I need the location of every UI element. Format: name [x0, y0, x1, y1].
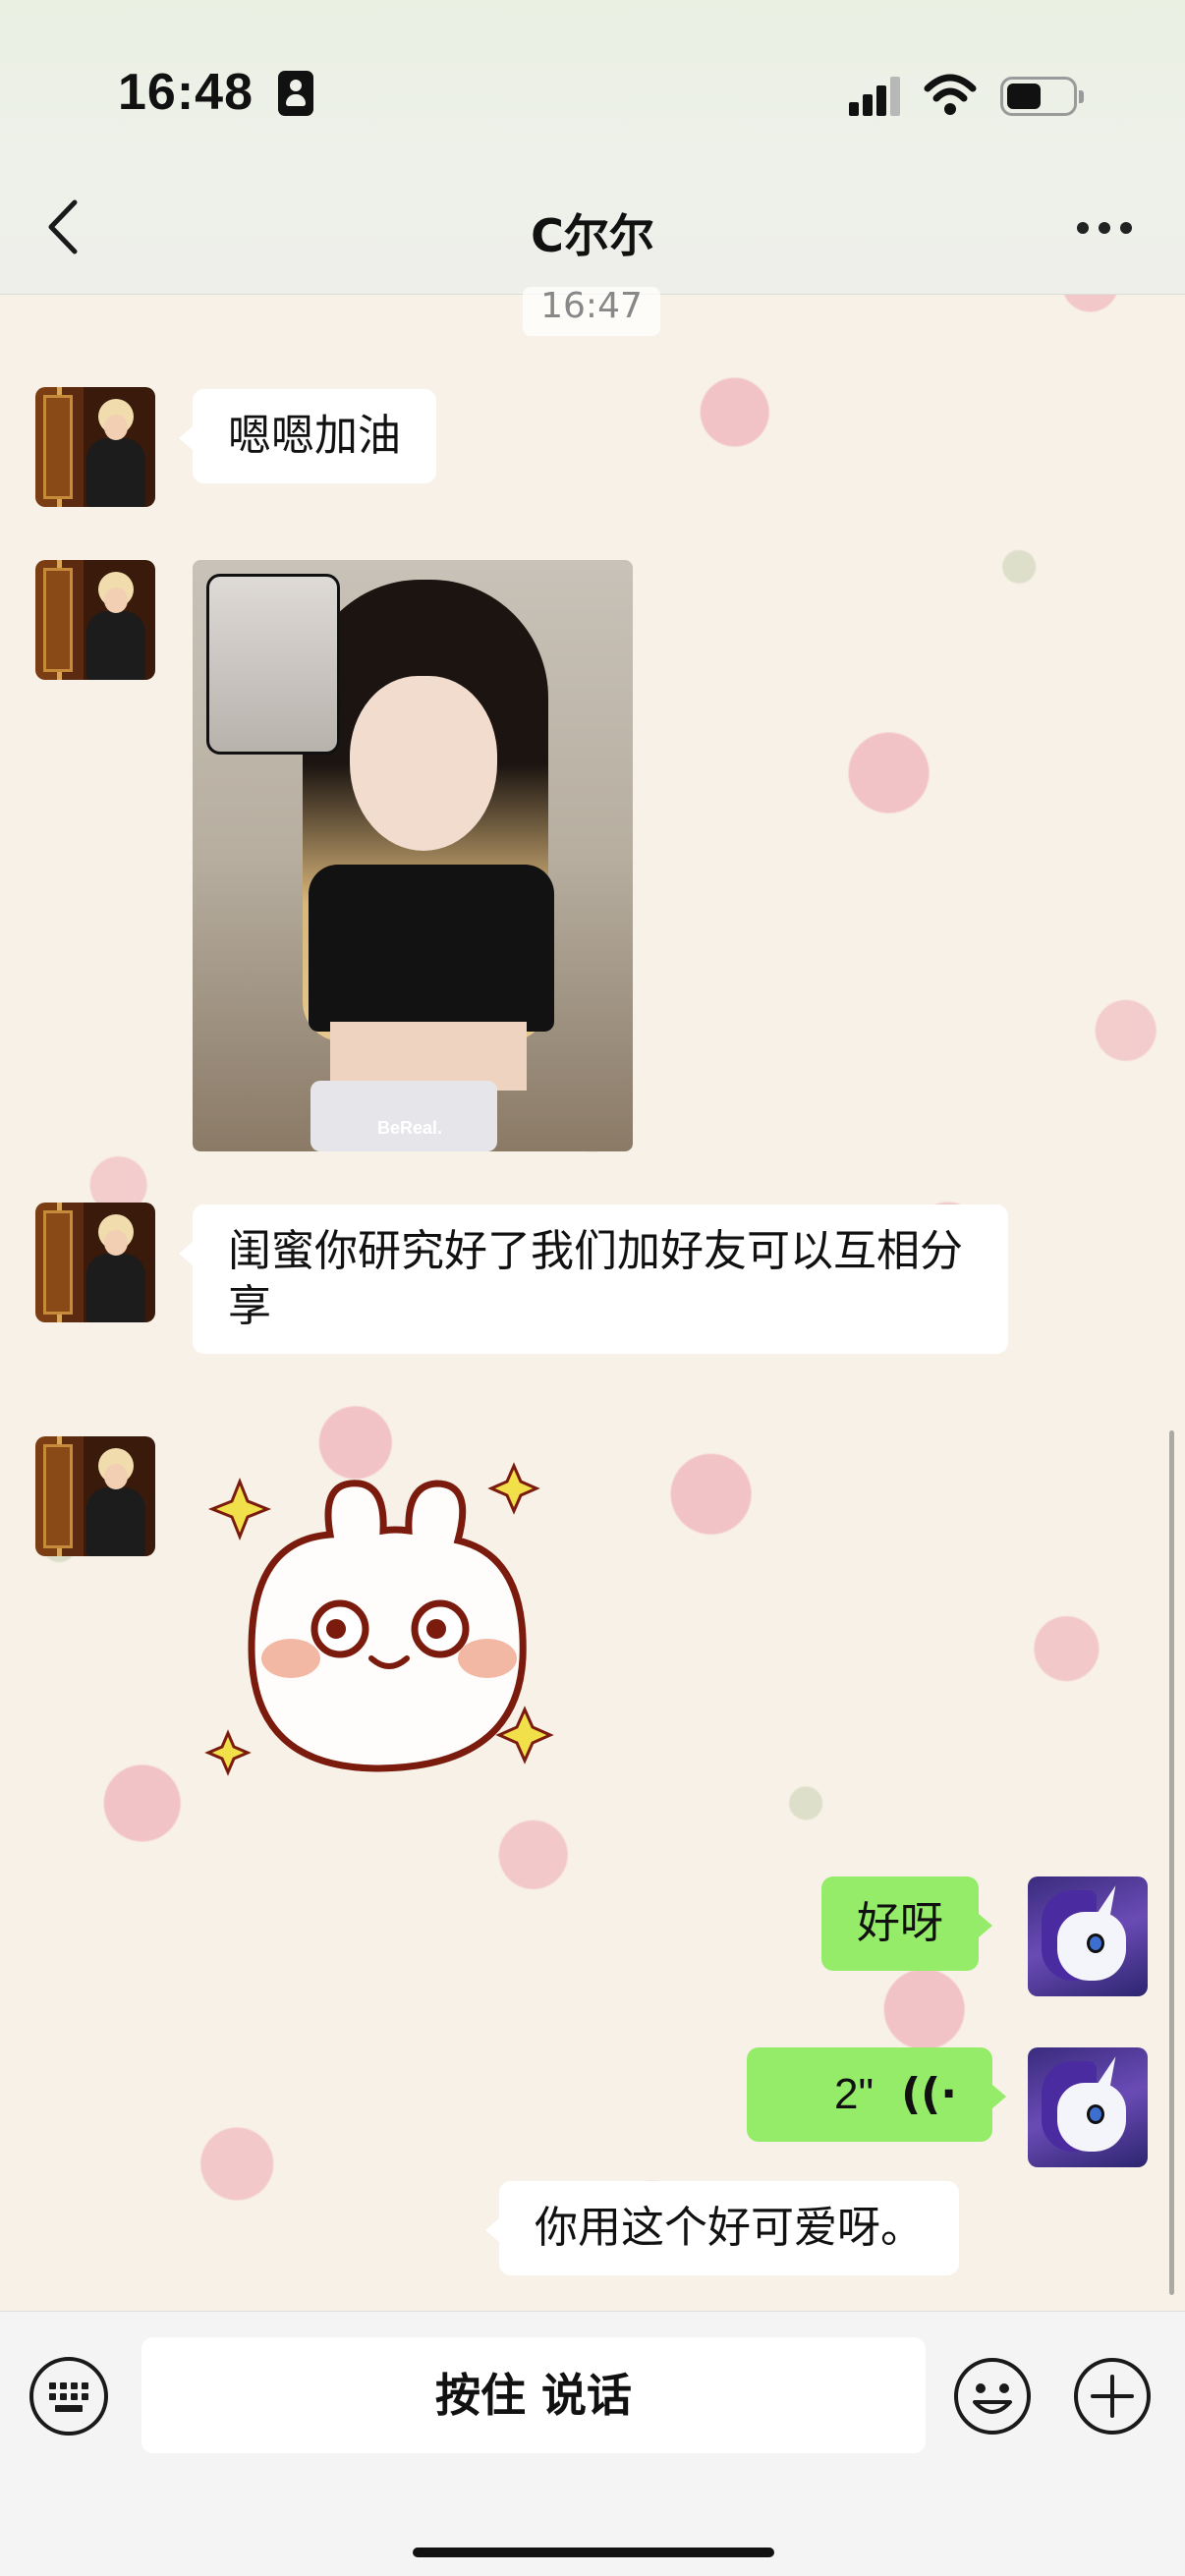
photo-inset-thumbnail	[206, 574, 340, 755]
home-indicator[interactable]	[413, 2548, 774, 2557]
emoji-button[interactable]	[953, 2357, 1032, 2436]
battery-icon	[1000, 77, 1084, 116]
my-avatar[interactable]	[1028, 2047, 1148, 2167]
voice-duration: 2"	[833, 2070, 875, 2118]
message-timestamp: 16:47	[523, 287, 660, 336]
wifi-icon	[924, 74, 977, 115]
incoming-message-bubble[interactable]: 嗯嗯加油	[179, 389, 436, 483]
more-options-button[interactable]	[1077, 222, 1132, 236]
voice-wave-icon: ((·	[901, 2069, 957, 2119]
status-time: 16:48	[118, 64, 254, 121]
chat-title: C尔尔	[531, 209, 654, 262]
my-avatar[interactable]	[1028, 1876, 1148, 1996]
keyboard-icon	[47, 2380, 90, 2416]
sticker-message[interactable]	[193, 1462, 576, 1796]
incoming-photo-message[interactable]: BeReal.	[193, 560, 633, 1151]
chat-scrollbar[interactable]	[1169, 1430, 1174, 2295]
top-bar: 16:48 C尔尔	[0, 0, 1185, 295]
contact-avatar[interactable]	[35, 560, 155, 680]
hold-to-talk-button[interactable]: 按住 说话	[141, 2337, 926, 2453]
photo-watermark: BeReal.	[377, 1118, 443, 1138]
contact-avatar[interactable]	[35, 1436, 155, 1556]
plus-button[interactable]	[1073, 2357, 1152, 2436]
incoming-message-bubble[interactable]: 闺蜜你研究好了我们加好友可以互相分享	[179, 1204, 1008, 1354]
cellular-signal-icon	[849, 77, 904, 116]
contact-avatar[interactable]	[35, 1203, 155, 1322]
incoming-message-bubble[interactable]: 你用这个好可爱呀。	[485, 2181, 959, 2275]
keyboard-toggle-button[interactable]	[29, 2357, 108, 2436]
input-bar: 按住 说话	[0, 2311, 1185, 2576]
focus-person-icon	[278, 71, 313, 116]
outgoing-message-bubble[interactable]: 好呀	[821, 1876, 992, 1971]
voice-message-bubble[interactable]: 2" ((·	[747, 2047, 1006, 2142]
contact-avatar[interactable]	[35, 387, 155, 507]
